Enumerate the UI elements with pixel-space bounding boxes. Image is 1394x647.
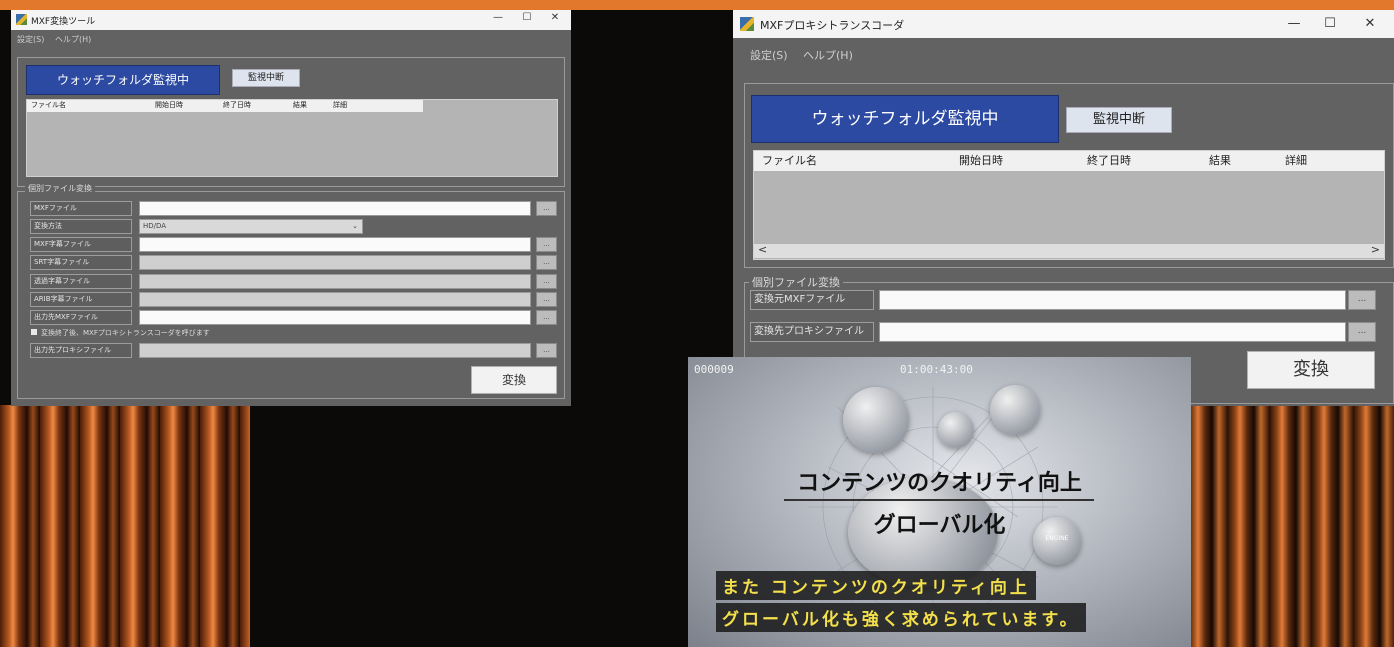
- column-end[interactable]: 終了日時: [223, 100, 251, 110]
- convert-method-label: 変換方法: [30, 219, 132, 234]
- output-mxf-input[interactable]: [139, 310, 531, 325]
- output-mxf-label: 出力先MXFファイル: [30, 310, 132, 325]
- output-proxy-browse-button[interactable]: ...: [536, 343, 557, 358]
- column-filename[interactable]: ファイル名: [762, 151, 817, 171]
- transparent-subtitle-input[interactable]: [139, 274, 531, 289]
- caption-line-2: グローバル化: [873, 513, 1006, 538]
- column-end[interactable]: 終了日時: [1087, 151, 1131, 171]
- title-bar: MXFプロキシトランスコーダ — ☐ ✕: [733, 10, 1394, 38]
- job-list[interactable]: ファイル名 開始日時 終了日時 結果 詳細: [26, 99, 558, 177]
- app-icon: [16, 14, 27, 25]
- mxf-file-input[interactable]: [139, 201, 531, 216]
- column-start[interactable]: 開始日時: [155, 100, 183, 110]
- srt-subtitle-input[interactable]: [139, 255, 531, 270]
- run-proxy-checkbox[interactable]: 変換終了後、MXFプロキシトランスコーダを呼びます: [31, 328, 210, 338]
- close-button[interactable]: ✕: [543, 12, 567, 23]
- source-mxf-input[interactable]: [879, 290, 1346, 310]
- column-detail[interactable]: 詳細: [333, 100, 347, 110]
- scroll-left-icon[interactable]: <: [758, 243, 767, 256]
- dest-proxy-input[interactable]: [879, 322, 1346, 342]
- stop-watch-button[interactable]: 監視中断: [232, 69, 300, 87]
- convert-button[interactable]: 変換: [1247, 351, 1375, 389]
- scroll-right-icon[interactable]: >: [1371, 243, 1380, 256]
- minimize-button[interactable]: —: [486, 12, 510, 23]
- frame-counter: 000009: [694, 363, 734, 376]
- transparent-subtitle-label: 透過字幕ファイル: [30, 274, 132, 289]
- mxf-subtitle-label: MXF字幕ファイル: [30, 237, 132, 252]
- subtitle-line-2: グローバル化も強く求められています。: [716, 603, 1086, 632]
- video-preview: ENGINE 000009 01:00:43:00 コンテンツのクオリティ向上 …: [688, 357, 1191, 647]
- watch-folder-status[interactable]: ウォッチフォルダ監視中: [26, 65, 220, 95]
- app-icon: [740, 17, 754, 31]
- job-list-header: ファイル名 開始日時 終了日時 結果 詳細: [754, 151, 1384, 171]
- column-detail[interactable]: 詳細: [1285, 151, 1307, 171]
- maximize-button[interactable]: ☐: [515, 12, 539, 23]
- arib-subtitle-label: ARIB字幕ファイル: [30, 292, 132, 307]
- menu-help[interactable]: ヘルプ(H): [803, 47, 853, 63]
- dest-proxy-label: 変換先プロキシファイル: [750, 322, 874, 342]
- media-circle-small: [938, 412, 974, 448]
- output-proxy-input[interactable]: [139, 343, 531, 358]
- title-bar: MXF変換ツール — ☐ ✕: [11, 10, 571, 30]
- chevron-down-icon: ⌄: [352, 222, 358, 230]
- mxf-file-browse-button[interactable]: ...: [536, 201, 557, 216]
- converter-window: MXF変換ツール — ☐ ✕ 設定(S) ヘルプ(H) ウォッチフォルダ監視中 …: [11, 10, 571, 406]
- caption-divider: [784, 499, 1094, 501]
- mxf-file-label: MXFファイル: [30, 201, 132, 216]
- proxy-transcoder-window: MXFプロキシトランスコーダ — ☐ ✕ 設定(S) ヘルプ(H) ウォッチフォ…: [733, 10, 1394, 406]
- checkbox-icon: [31, 329, 37, 335]
- timecode: 01:00:43:00: [900, 363, 973, 376]
- column-result[interactable]: 結果: [1209, 151, 1231, 171]
- transparent-subtitle-browse-button[interactable]: ...: [536, 274, 557, 289]
- close-button[interactable]: ✕: [1357, 16, 1383, 31]
- minimize-button[interactable]: —: [1281, 16, 1307, 31]
- menu-settings[interactable]: 設定(S): [750, 47, 788, 63]
- arib-subtitle-input[interactable]: [139, 292, 531, 307]
- stop-watch-button[interactable]: 監視中断: [1066, 107, 1172, 133]
- watch-folder-status[interactable]: ウォッチフォルダ監視中: [751, 95, 1059, 143]
- arib-subtitle-browse-button[interactable]: ...: [536, 292, 557, 307]
- job-list-header: ファイル名 開始日時 終了日時 結果 詳細: [27, 100, 423, 112]
- dest-proxy-browse-button[interactable]: ...: [1348, 322, 1376, 342]
- background-stripes-right: [1185, 405, 1394, 647]
- output-mxf-browse-button[interactable]: ...: [536, 310, 557, 325]
- job-list[interactable]: ファイル名 開始日時 終了日時 結果 詳細 < >: [753, 150, 1385, 260]
- run-proxy-label: 変換終了後、MXFプロキシトランスコーダを呼びます: [41, 329, 210, 337]
- menu-settings[interactable]: 設定(S): [17, 34, 44, 45]
- caption-line-1: コンテンツのクオリティ向上: [797, 471, 1082, 496]
- srt-subtitle-browse-button[interactable]: ...: [536, 255, 557, 270]
- convert-button[interactable]: 変換: [471, 366, 557, 394]
- horizontal-scrollbar[interactable]: < >: [754, 243, 1384, 258]
- column-filename[interactable]: ファイル名: [31, 100, 66, 110]
- subtitle-line-1: また コンテンツのクオリティ向上: [716, 571, 1036, 600]
- column-start[interactable]: 開始日時: [959, 151, 1003, 171]
- mxf-subtitle-input[interactable]: [139, 237, 531, 252]
- source-mxf-browse-button[interactable]: ...: [1348, 290, 1376, 310]
- top-accent-bar: [0, 0, 1394, 10]
- single-convert-label: 個別ファイル変換: [25, 183, 95, 194]
- column-result[interactable]: 結果: [293, 100, 307, 110]
- menu-help[interactable]: ヘルプ(H): [55, 34, 91, 45]
- maximize-button[interactable]: ☐: [1317, 16, 1343, 31]
- single-convert-label: 個別ファイル変換: [749, 274, 843, 290]
- srt-subtitle-label: SRT字幕ファイル: [30, 255, 132, 270]
- media-circle-right: [990, 385, 1040, 435]
- media-circle-large: [843, 387, 909, 453]
- window-title: MXF変換ツール: [31, 17, 96, 27]
- background-stripes-left: [0, 405, 250, 647]
- window-title: MXFプロキシトランスコーダ: [760, 19, 905, 32]
- source-mxf-label: 変換元MXFファイル: [750, 290, 874, 310]
- convert-method-value: HD/DA: [143, 222, 167, 230]
- mxf-subtitle-browse-button[interactable]: ...: [536, 237, 557, 252]
- convert-method-select[interactable]: HD/DA ⌄: [139, 219, 363, 234]
- output-proxy-label: 出力先プロキシファイル: [30, 343, 132, 358]
